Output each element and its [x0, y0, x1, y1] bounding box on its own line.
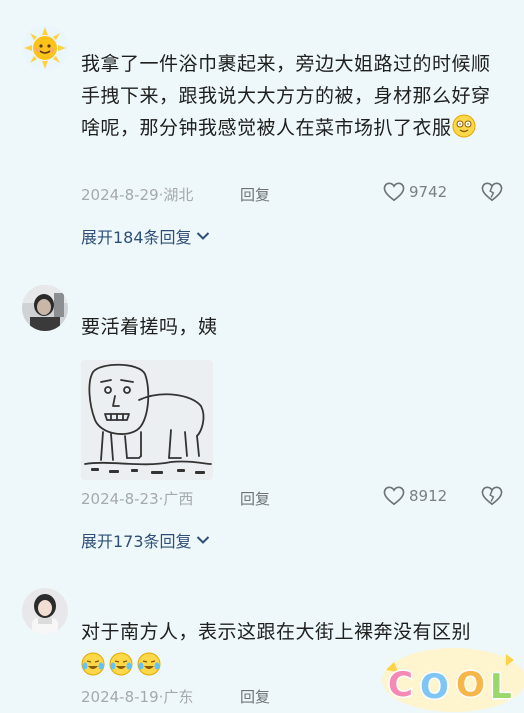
comment-image[interactable] — [81, 360, 213, 480]
avatar[interactable] — [22, 588, 68, 634]
comment-text: 要活着搓吗，姨 — [81, 316, 218, 338]
reply-button[interactable]: 回复 — [240, 686, 270, 707]
svg-text:O: O — [456, 665, 485, 705]
like-button[interactable]: 9742 — [383, 182, 447, 202]
svg-text:O: O — [420, 667, 449, 707]
person-photo-avatar-icon — [22, 285, 68, 331]
hand-drawn-sketch-icon — [81, 360, 213, 480]
crying-laugh-emoji-icon — [109, 652, 133, 676]
like-count: 9742 — [409, 183, 448, 201]
avatar[interactable] — [22, 25, 68, 71]
cool-sticker: C O O L — [376, 640, 524, 713]
chevron-down-icon — [196, 232, 209, 240]
emoji-row — [81, 652, 161, 676]
broken-heart-icon — [481, 486, 503, 506]
comment-meta: 2024-8-29·湖北 回复 9742 — [81, 182, 504, 206]
expand-replies-button[interactable]: 展开173条回复 — [81, 528, 210, 552]
comment-meta: 2024-8-23·广西 回复 8912 — [81, 486, 504, 510]
chevron-down-icon — [196, 536, 209, 544]
comment-text: 我拿了一件浴巾裹起来，旁边大姐路过的时候顺手拽下来，跟我说大大方方的被，身材那么… — [81, 48, 501, 148]
heart-icon — [383, 182, 405, 202]
reply-button[interactable]: 回复 — [240, 488, 270, 509]
comment-date: 2024-8-19·广东 — [81, 688, 194, 706]
avatar[interactable] — [22, 285, 68, 331]
reply-button[interactable]: 回复 — [240, 184, 270, 205]
girl-photo-avatar-icon — [22, 588, 68, 634]
comment-date: 2024-8-23·广西 — [81, 490, 194, 508]
dizzy-smile-emoji-icon — [452, 114, 476, 148]
sun-avatar-icon — [22, 25, 68, 71]
comment-item: 我拿了一件浴巾裹起来，旁边大姐路过的时候顺手拽下来，跟我说大大方方的被，身材那么… — [0, 0, 524, 260]
cool-sticker-icon: C O O L — [382, 648, 524, 712]
broken-heart-icon — [481, 182, 503, 202]
comment-date: 2024-8-29·湖北 — [81, 186, 194, 204]
heart-icon — [383, 486, 405, 506]
expand-replies-button[interactable]: 展开184条回复 — [81, 224, 210, 248]
like-count: 8912 — [409, 487, 448, 505]
svg-text:L: L — [490, 667, 512, 707]
dislike-button[interactable] — [481, 182, 503, 206]
crying-laugh-emoji-icon — [81, 652, 105, 676]
like-button[interactable]: 8912 — [383, 486, 447, 506]
svg-text:C: C — [388, 665, 413, 705]
dislike-button[interactable] — [481, 486, 503, 510]
crying-laugh-emoji-icon — [137, 652, 161, 676]
